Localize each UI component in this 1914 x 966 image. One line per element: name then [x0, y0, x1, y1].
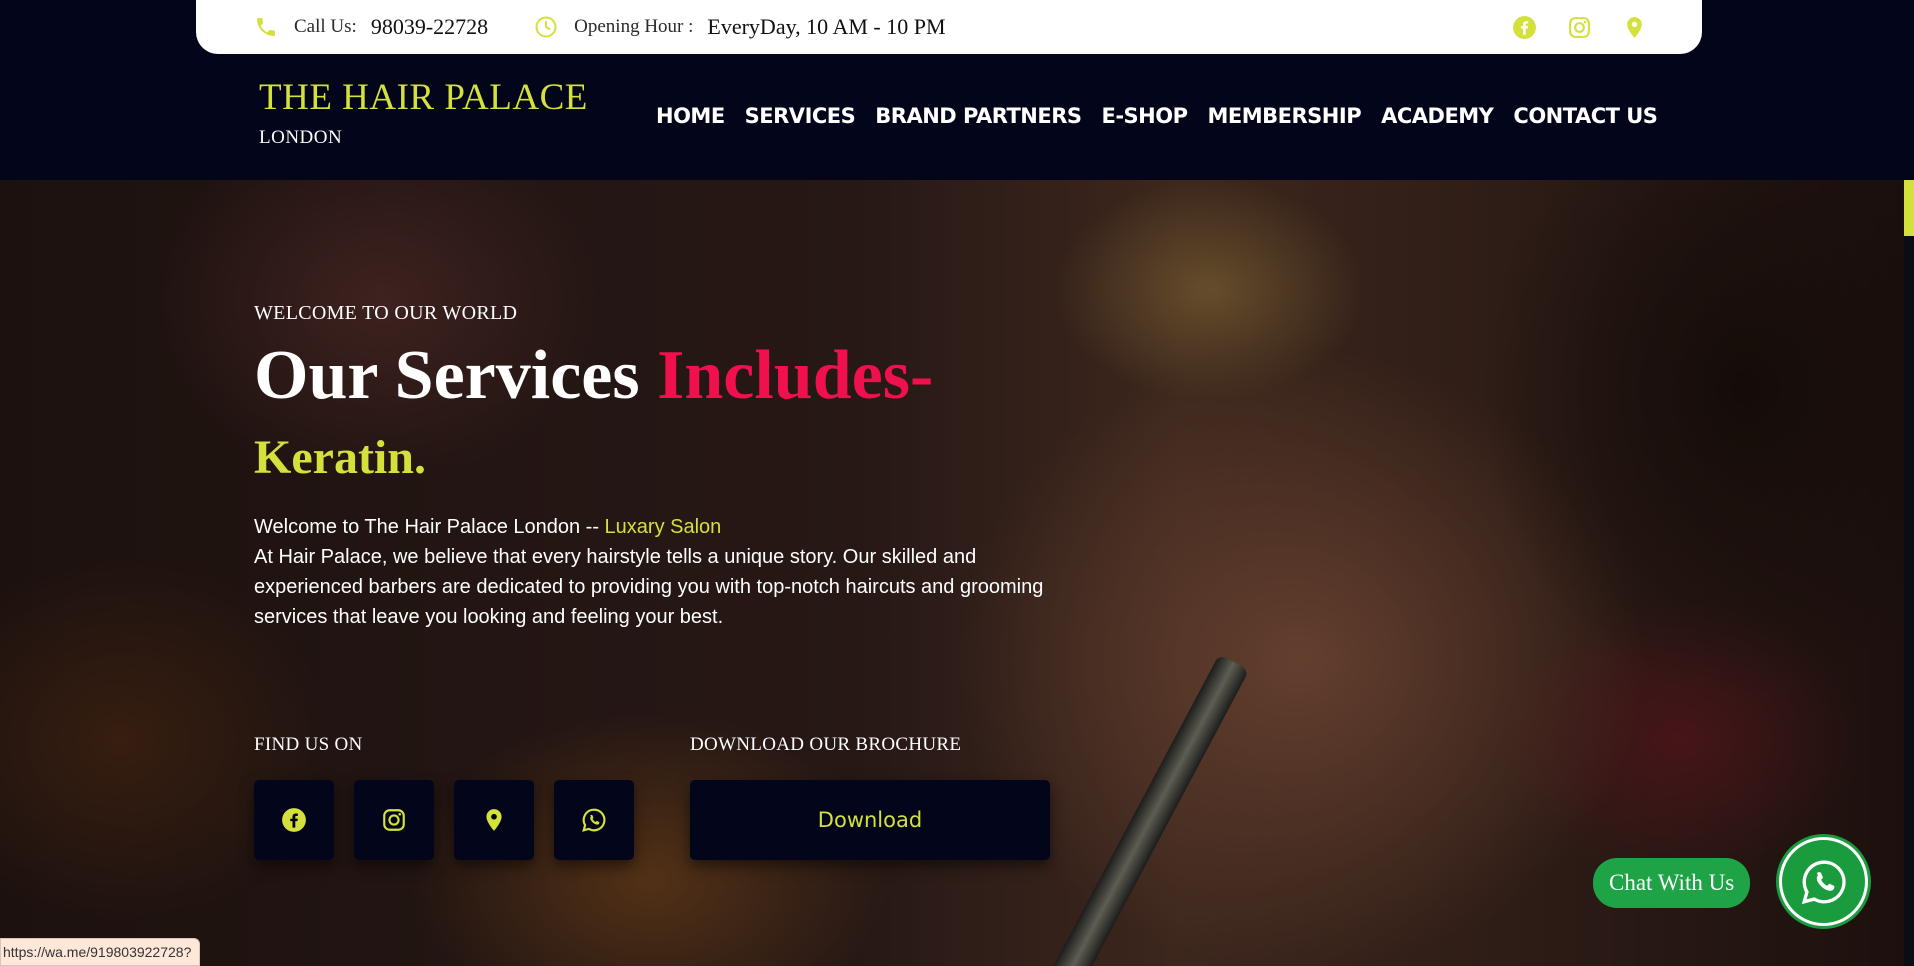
- brand-subtitle: LONDON: [259, 126, 343, 148]
- intro-body: At Hair Palace, we believe that every ha…: [254, 546, 1044, 628]
- clock-icon: [534, 15, 558, 39]
- whatsapp-chat-button[interactable]: [1779, 837, 1868, 926]
- phone-number[interactable]: 98039-22728: [371, 14, 488, 40]
- main-nav: HOME SERVICES BRAND PARTNERS E-SHOP MEMB…: [656, 104, 1658, 128]
- hero-typed-service: Keratin.: [254, 431, 426, 484]
- brand-name: THE HAIR PALACE: [259, 77, 588, 118]
- facebook-button[interactable]: [254, 780, 334, 860]
- hero-eyebrow: WELCOME TO OUR WORLD: [254, 302, 518, 324]
- location-pin-icon[interactable]: [1622, 15, 1647, 40]
- instagram-icon: [381, 807, 407, 833]
- call-info: Call Us: 98039-22728: [254, 14, 488, 40]
- call-label: Call Us:: [294, 16, 357, 37]
- location-button[interactable]: [454, 780, 534, 860]
- nav-contact-us[interactable]: CONTACT US: [1513, 104, 1658, 128]
- whatsapp-icon: [1799, 857, 1849, 907]
- scrollbar[interactable]: [1904, 180, 1914, 966]
- hours-label: Opening Hour :: [574, 16, 694, 37]
- hero-social-links: [254, 780, 634, 860]
- hours-value: EveryDay, 10 AM - 10 PM: [707, 14, 946, 39]
- phone-icon: [254, 15, 278, 39]
- nav-membership[interactable]: MEMBERSHIP: [1208, 104, 1362, 128]
- instagram-icon[interactable]: [1567, 15, 1592, 40]
- nav-academy[interactable]: ACADEMY: [1381, 104, 1494, 128]
- whatsapp-button[interactable]: [554, 780, 634, 860]
- chat-with-us-button[interactable]: Chat With Us: [1593, 858, 1751, 908]
- nav-brand-partners[interactable]: BRAND PARTNERS: [875, 104, 1082, 128]
- top-social-links: [1512, 15, 1647, 40]
- find-us-label: FIND US ON: [254, 734, 363, 755]
- download-brochure-button[interactable]: Download: [690, 780, 1050, 860]
- hero-title: Our Services Includes-: [254, 336, 933, 416]
- hero-title-highlight: Includes-: [657, 337, 934, 414]
- whatsapp-icon: [581, 807, 607, 833]
- nav-e-shop[interactable]: E-SHOP: [1102, 104, 1189, 128]
- location-pin-icon: [481, 807, 507, 833]
- brand-logo[interactable]: THE HAIR PALACE LONDON: [259, 77, 588, 149]
- status-bar-url: https://wa.me/919803922728?: [0, 938, 201, 966]
- top-info-bar: Call Us: 98039-22728 Opening Hour : Ever…: [196, 0, 1702, 54]
- facebook-icon[interactable]: [1512, 15, 1537, 40]
- intro-highlight: Luxary Salon: [604, 516, 722, 538]
- intro-line: Welcome to The Hair Palace London --: [254, 516, 605, 538]
- brochure-label: DOWNLOAD OUR BROCHURE: [690, 734, 962, 755]
- hours-info: Opening Hour : EveryDay, 10 AM - 10 PM: [534, 14, 946, 40]
- facebook-icon: [281, 807, 307, 833]
- instagram-button[interactable]: [354, 780, 434, 860]
- hero-title-main: Our Services: [254, 337, 658, 414]
- nav-home[interactable]: HOME: [656, 104, 725, 128]
- nav-services[interactable]: SERVICES: [745, 104, 856, 128]
- hero-intro: Welcome to The Hair Palace London -- Lux…: [254, 512, 1044, 632]
